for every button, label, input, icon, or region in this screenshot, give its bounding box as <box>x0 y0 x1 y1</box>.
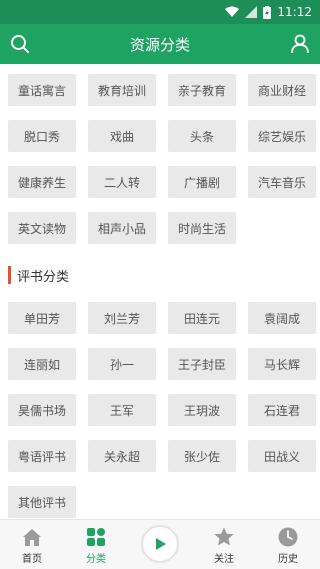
pingshu-item[interactable]: 其他评书 <box>8 486 76 518</box>
play-icon <box>156 538 166 550</box>
nav-home[interactable]: 首页 <box>2 526 62 565</box>
pingshu-grid: 单田芳 刘兰芳 田连元 袁阔成 连丽如 孙一 王子封臣 马长辉 昊儒书场 王军 … <box>8 302 316 518</box>
category-item[interactable]: 相声小品 <box>88 212 156 244</box>
wifi-icon <box>225 6 240 17</box>
pingshu-item[interactable]: 昊儒书场 <box>8 394 76 426</box>
category-grid: 童话寓言 教育培训 亲子教育 商业财经 脱口秀 戏曲 头条 综艺娱乐 健康养生 … <box>8 74 316 244</box>
category-item[interactable]: 商业财经 <box>248 74 316 106</box>
category-item[interactable]: 英文读物 <box>8 212 76 244</box>
pingshu-item[interactable]: 马长辉 <box>248 348 316 380</box>
pingshu-item[interactable]: 单田芳 <box>8 302 76 334</box>
nav-follow[interactable]: 关注 <box>194 526 254 565</box>
nav-follow-label: 关注 <box>214 554 234 565</box>
category-item[interactable]: 健康养生 <box>8 166 76 198</box>
nav-home-label: 首页 <box>22 554 42 565</box>
status-bar: 11:12 <box>0 0 320 24</box>
signal-icon <box>245 6 258 18</box>
content-area: 童话寓言 教育培训 亲子教育 商业财经 脱口秀 戏曲 头条 综艺娱乐 健康养生 … <box>0 64 320 519</box>
user-icon[interactable] <box>290 34 310 54</box>
status-time: 11:12 <box>277 5 312 19</box>
pingshu-item[interactable]: 田战义 <box>248 440 316 472</box>
nav-category-label: 分类 <box>86 554 106 565</box>
pingshu-item[interactable]: 关永超 <box>88 440 156 472</box>
category-item[interactable]: 亲子教育 <box>168 74 236 106</box>
nav-play[interactable] <box>130 525 190 565</box>
star-icon <box>214 527 234 546</box>
pingshu-item[interactable]: 刘兰芳 <box>88 302 156 334</box>
category-item[interactable]: 汽车音乐 <box>248 166 316 198</box>
search-icon[interactable] <box>10 34 30 54</box>
section-title-text: 评书分类 <box>17 269 70 285</box>
pingshu-item[interactable]: 田连元 <box>168 302 236 334</box>
pingshu-item[interactable]: 石连君 <box>248 394 316 426</box>
category-item[interactable]: 童话寓言 <box>8 74 76 106</box>
pingshu-item[interactable]: 孙一 <box>88 348 156 380</box>
category-grid-icon <box>87 528 105 546</box>
page-title: 资源分类 <box>129 35 190 54</box>
clock-icon <box>278 527 298 547</box>
pingshu-item[interactable]: 张少佐 <box>168 440 236 472</box>
category-item[interactable]: 广播剧 <box>168 166 236 198</box>
pingshu-item[interactable]: 王子封臣 <box>168 348 236 380</box>
pingshu-item[interactable]: 王玥波 <box>168 394 236 426</box>
home-icon <box>23 529 41 546</box>
category-item[interactable]: 头条 <box>168 120 236 152</box>
category-item[interactable]: 戏曲 <box>88 120 156 152</box>
bottom-nav: 首页 分类 关注 历史 <box>0 519 320 569</box>
nav-category[interactable]: 分类 <box>66 526 126 565</box>
pingshu-item[interactable]: 王军 <box>88 394 156 426</box>
nav-history[interactable]: 历史 <box>258 526 318 565</box>
category-item[interactable]: 脱口秀 <box>8 120 76 152</box>
pingshu-item[interactable]: 袁阔成 <box>248 302 316 334</box>
section-heading-pingshu: 评书分类 <box>8 266 70 285</box>
battery-icon <box>263 5 272 19</box>
category-item[interactable]: 二人转 <box>88 166 156 198</box>
category-item[interactable]: 时尚生活 <box>168 212 236 244</box>
nav-history-label: 历史 <box>278 554 298 565</box>
play-button[interactable] <box>141 525 179 563</box>
category-item[interactable]: 综艺娱乐 <box>248 120 316 152</box>
pingshu-item[interactable]: 连丽如 <box>8 348 76 380</box>
category-item[interactable]: 教育培训 <box>88 74 156 106</box>
pingshu-item[interactable]: 粤语评书 <box>8 440 76 472</box>
app-bar: 资源分类 <box>0 24 320 64</box>
section-accent-bar <box>8 266 11 284</box>
